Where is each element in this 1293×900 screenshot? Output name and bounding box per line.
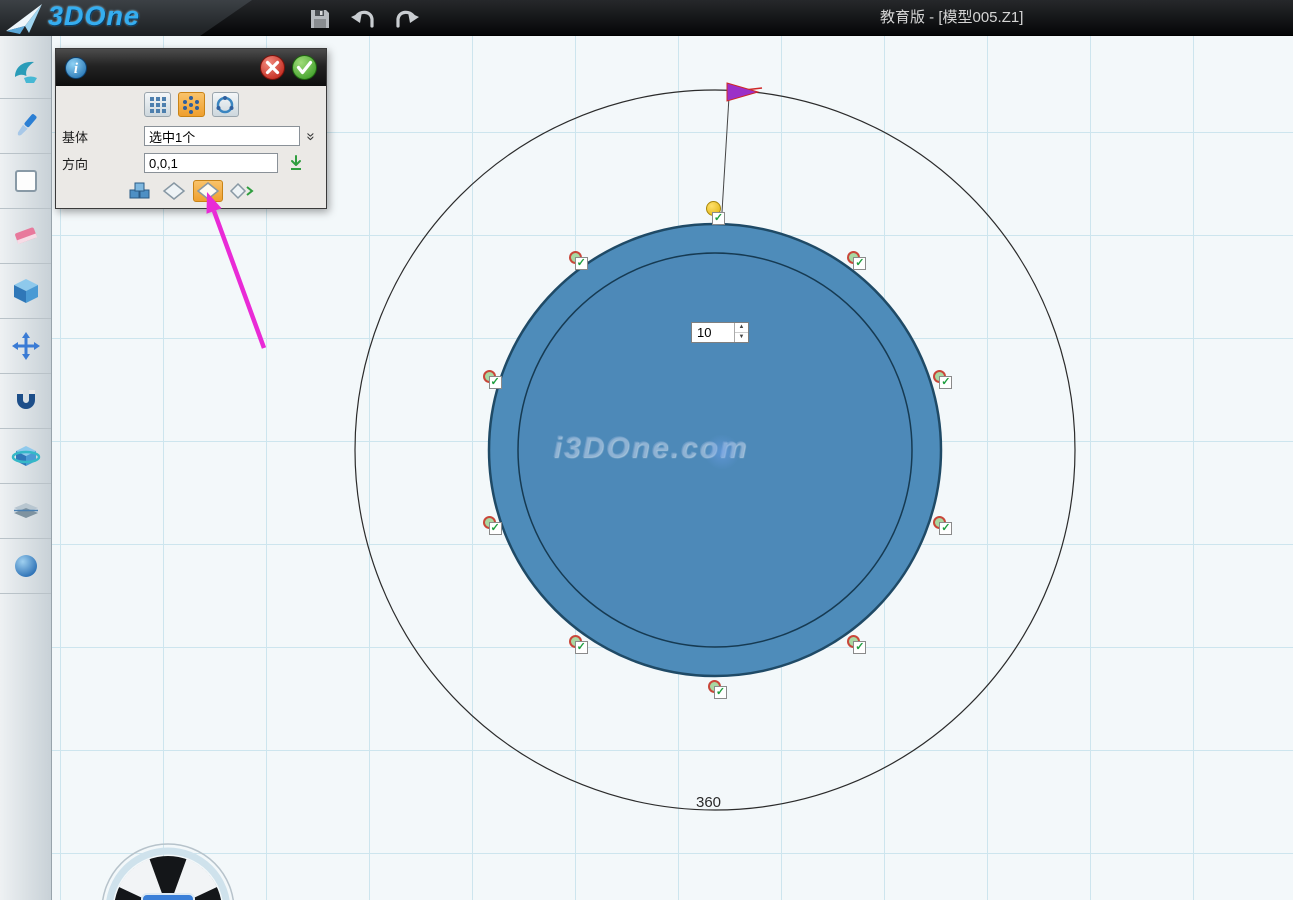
navball-front-face-button[interactable]	[142, 894, 194, 900]
pattern-instance-marker[interactable]: ✓	[569, 635, 591, 657]
tab-curve-pattern[interactable]	[212, 92, 239, 117]
move-icon	[11, 331, 41, 361]
circular-pattern-icon	[181, 95, 201, 115]
titlebar: 3DOne 教育版 - [模型005.Z1]	[0, 0, 1293, 36]
instance-checkbox[interactable]: ✓	[575, 257, 588, 270]
face-pattern-icon	[161, 181, 187, 201]
app-logo-text: 3DOne	[48, 1, 140, 32]
pattern-instance-marker[interactable]: ✓	[569, 251, 591, 273]
feature-icon	[11, 441, 41, 471]
instance-count-box: ▲ ▼	[691, 322, 749, 343]
sidebar-item-eraser[interactable]	[0, 209, 51, 264]
primitives-icon	[11, 56, 41, 86]
redo-button[interactable]	[392, 6, 420, 32]
count-spinner: ▲ ▼	[734, 323, 748, 342]
sidebar-item-cube[interactable]	[0, 264, 51, 319]
sidebar-item-feature[interactable]	[0, 429, 51, 484]
sketch-icon	[11, 166, 41, 196]
cube-icon	[11, 276, 41, 306]
instance-checkbox[interactable]: ✓	[939, 376, 952, 389]
option-pattern-derive[interactable]	[227, 180, 257, 202]
pattern-origin-handle[interactable]: ✓	[708, 206, 730, 228]
undo-icon	[351, 7, 377, 31]
app-logo-icon	[4, 2, 44, 35]
base-field-row: 基体 »	[56, 123, 326, 149]
expand-chevron-icon[interactable]: »	[303, 128, 320, 144]
section-icon	[11, 496, 41, 526]
direction-field-row: 方向	[56, 150, 326, 176]
option-pattern-face[interactable]	[159, 180, 189, 202]
instance-checkbox[interactable]: ✓	[575, 641, 588, 654]
watermark-orb	[704, 434, 740, 470]
cancel-icon	[259, 54, 286, 81]
pattern-instance-marker[interactable]: ✓	[847, 635, 869, 657]
tab-circular-pattern[interactable]	[178, 92, 205, 117]
sidebar-item-move[interactable]	[0, 319, 51, 374]
sidebar-item-magnet[interactable]	[0, 374, 51, 429]
pattern-dialog: i	[55, 48, 327, 209]
instance-checkbox[interactable]: ✓	[712, 212, 725, 225]
instance-checkbox[interactable]: ✓	[489, 376, 502, 389]
sphere-icon	[11, 551, 41, 581]
direction-pick-icon[interactable]	[288, 155, 304, 172]
pattern-instance-marker[interactable]: ✓	[933, 370, 955, 392]
confirm-button[interactable]	[288, 53, 320, 83]
tool-sidebar	[0, 36, 52, 900]
sidebar-item-sketch[interactable]	[0, 154, 51, 209]
base-input[interactable]	[144, 126, 300, 146]
brush-icon	[11, 111, 41, 141]
pattern-instance-marker[interactable]: ✓	[708, 680, 730, 702]
sidebar-item-sphere[interactable]	[0, 539, 51, 594]
curve-pattern-icon	[215, 95, 235, 115]
instance-checkbox[interactable]: ✓	[853, 641, 866, 654]
direction-label: 方向	[62, 154, 144, 173]
save-button[interactable]	[306, 6, 334, 32]
pattern-instance-marker[interactable]: ✓	[483, 370, 505, 392]
direction-input[interactable]	[144, 153, 278, 173]
magnet-icon	[11, 386, 41, 416]
confirm-icon	[291, 54, 318, 81]
tab-linear-pattern[interactable]	[144, 92, 171, 117]
sweep-angle-label: 360	[696, 794, 721, 811]
info-button[interactable]: i	[62, 54, 90, 82]
instance-count-input[interactable]	[692, 323, 734, 342]
pattern-instance-marker[interactable]: ✓	[847, 251, 869, 273]
derive-pattern-icon	[229, 181, 255, 201]
undo-button[interactable]	[350, 6, 378, 32]
window-title: 教育版 - [模型005.Z1]	[880, 0, 1023, 36]
sidebar-item-brush[interactable]	[0, 99, 51, 154]
instance-checkbox[interactable]: ✓	[853, 257, 866, 270]
pattern-instance-marker[interactable]: ✓	[933, 516, 955, 538]
sidebar-item-primitives[interactable]	[0, 44, 51, 99]
base-label: 基体	[62, 127, 144, 146]
eraser-icon	[11, 221, 41, 251]
option-pattern-selected[interactable]	[193, 180, 223, 202]
option-pattern-geometry[interactable]	[125, 180, 155, 202]
redo-icon	[393, 7, 419, 31]
geometry-pattern-icon	[127, 181, 153, 201]
save-icon	[309, 8, 331, 30]
instance-checkbox[interactable]: ✓	[939, 522, 952, 535]
linear-pattern-icon	[148, 95, 167, 114]
dialog-header: i	[56, 49, 326, 86]
instance-checkbox[interactable]: ✓	[714, 686, 727, 699]
pattern-instance-marker[interactable]: ✓	[483, 516, 505, 538]
selected-pattern-icon	[195, 181, 221, 201]
count-increment-button[interactable]: ▲	[735, 323, 748, 333]
pattern-options-row	[56, 180, 326, 202]
dialog-body: 基体 » 方向	[56, 86, 326, 208]
sidebar-item-section[interactable]	[0, 484, 51, 539]
pattern-type-tabs	[56, 92, 326, 117]
cancel-button[interactable]	[256, 53, 288, 83]
instance-checkbox[interactable]: ✓	[489, 522, 502, 535]
view-navigation-ball[interactable]	[94, 838, 244, 900]
info-icon: i	[65, 57, 87, 79]
count-decrement-button[interactable]: ▼	[735, 333, 748, 342]
